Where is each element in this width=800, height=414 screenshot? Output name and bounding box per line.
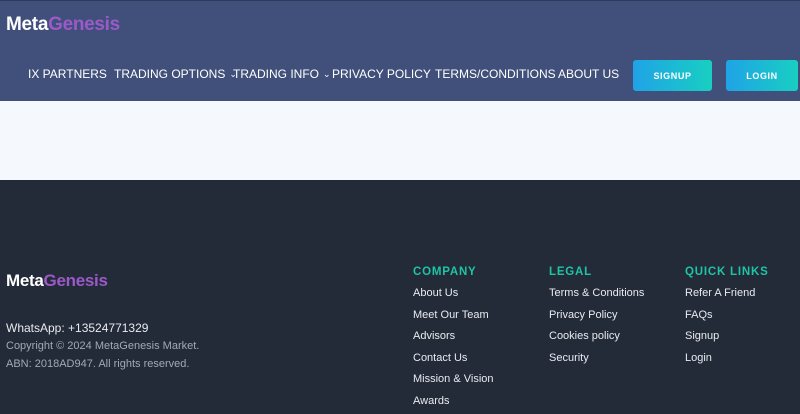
footer-link-privacy-policy[interactable]: Privacy Policy	[549, 309, 644, 331]
footer-link-cookies-policy[interactable]: Cookies policy	[549, 330, 644, 352]
whatsapp-contact: WhatsApp: +13524771329	[6, 321, 149, 335]
column-heading: LEGAL	[549, 266, 592, 278]
footer-column-quick-links: QUICK LINKS Refer A Friend FAQs Signup L…	[685, 266, 769, 373]
nav-item-terms-conditions[interactable]: TERMS/CONDITIONS	[435, 67, 556, 81]
chevron-down-icon: ⌄	[323, 69, 331, 79]
nav-item-ix-partners[interactable]: IX PARTNERS	[28, 67, 107, 81]
logo-text-genesis: Genesis	[43, 271, 108, 290]
footer-column-company: COMPANY About Us Meet Our Team Advisors …	[413, 266, 494, 414]
copyright-text: Copyright © 2024 MetaGenesis Market.	[6, 340, 200, 352]
column-heading: QUICK LINKS	[685, 266, 769, 278]
logo-text-meta: Meta	[6, 14, 49, 35]
site-footer: MetaGenesis WhatsApp: +13524771329 Copyr…	[0, 180, 800, 414]
footer-link-signup[interactable]: Signup	[685, 330, 769, 352]
footer-link-contact-us[interactable]: Contact Us	[413, 352, 494, 374]
abn-text: ABN: 2018AD947. All rights reserved.	[6, 358, 190, 370]
logo-text-genesis: Genesis	[48, 14, 120, 35]
nav-item-label: TRADING INFO	[233, 67, 319, 81]
footer-logo[interactable]: MetaGenesis	[6, 271, 108, 291]
footer-link-mission-vision[interactable]: Mission & Vision	[413, 373, 494, 395]
header-logo[interactable]: MetaGenesis	[6, 14, 120, 36]
nav-item-trading-info[interactable]: TRADING INFO ⌄	[233, 67, 331, 81]
footer-link-awards[interactable]: Awards	[413, 395, 494, 414]
nav-item-label: IX PARTNERS	[28, 67, 107, 81]
site-header: MetaGenesis IX PARTNERS TRADING OPTIONS ⌄…	[0, 0, 800, 101]
footer-column-legal: LEGAL Terms & Conditions Privacy Policy …	[549, 266, 644, 373]
content-band	[0, 101, 800, 180]
nav-item-label: PRIVACY POLICY	[332, 67, 431, 81]
footer-link-login[interactable]: Login	[685, 352, 769, 374]
nav-item-label: TRADING OPTIONS	[114, 67, 226, 81]
nav-item-label: TERMS/CONDITIONS	[435, 67, 556, 81]
nav-item-about-us[interactable]: ABOUT US	[558, 67, 619, 81]
footer-link-meet-our-team[interactable]: Meet Our Team	[413, 309, 494, 331]
nav-item-privacy-policy[interactable]: PRIVACY POLICY	[332, 67, 431, 81]
footer-link-security[interactable]: Security	[549, 352, 644, 374]
footer-link-refer-a-friend[interactable]: Refer A Friend	[685, 287, 769, 309]
footer-link-faqs[interactable]: FAQs	[685, 309, 769, 331]
footer-link-terms-conditions[interactable]: Terms & Conditions	[549, 287, 644, 309]
nav-item-label: ABOUT US	[558, 67, 620, 81]
footer-link-advisors[interactable]: Advisors	[413, 330, 494, 352]
logo-text-meta: Meta	[6, 271, 44, 290]
login-button[interactable]: LOGIN	[726, 60, 798, 91]
column-heading: COMPANY	[413, 266, 477, 278]
footer-link-about-us[interactable]: About Us	[413, 287, 494, 309]
signup-button[interactable]: SIGNUP	[633, 60, 712, 91]
nav-item-trading-options[interactable]: TRADING OPTIONS ⌄	[114, 67, 237, 81]
